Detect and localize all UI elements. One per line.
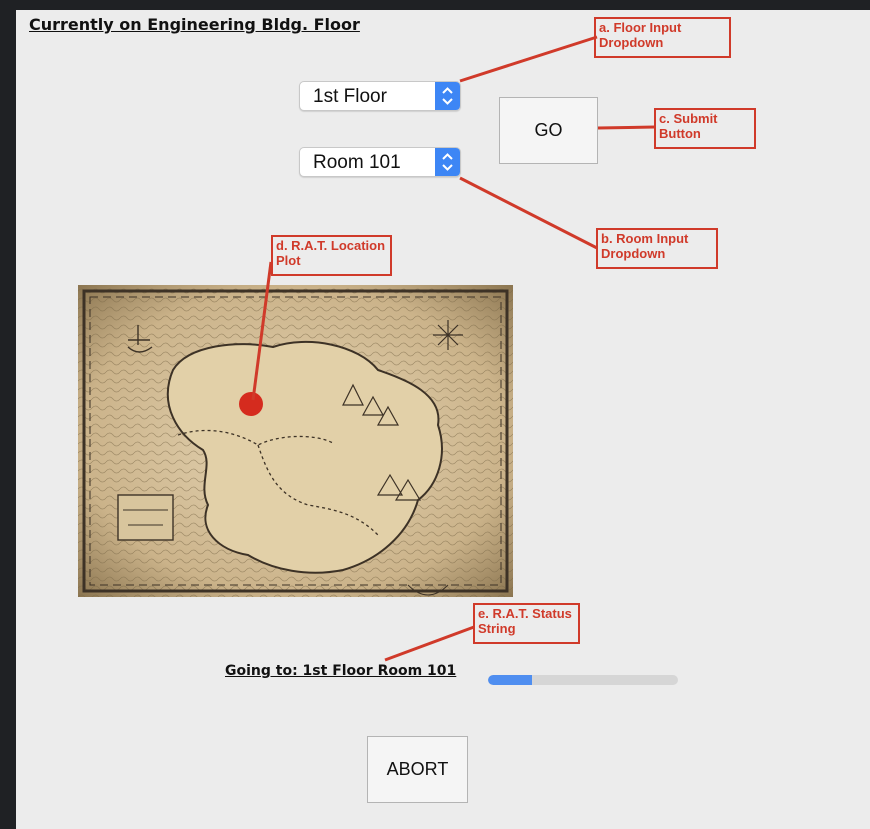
annotation-status-string: e. R.A.T. Status String — [473, 603, 580, 644]
rat-location-map — [78, 285, 513, 597]
annotation-location-plot: d. R.A.T. Location Plot — [271, 235, 392, 276]
abort-button[interactable]: ABORT — [367, 736, 468, 803]
annotation-room-input: b. Room Input Dropdown — [596, 228, 718, 269]
go-button[interactable]: GO — [499, 97, 598, 164]
rat-status-string: Going to: 1st Floor Room 101 — [225, 663, 457, 679]
chevron-updown-icon — [435, 148, 460, 176]
room-select-value: Room 101 — [313, 152, 401, 173]
page-title: Currently on Engineering Bldg. Floor — [29, 15, 360, 34]
progress-fill — [488, 675, 532, 685]
floor-select-value: 1st Floor — [313, 86, 387, 107]
chevron-updown-icon — [435, 82, 460, 110]
progress-bar — [488, 675, 678, 685]
annotation-submit-button: c. Submit Button — [654, 108, 756, 149]
floor-select[interactable]: 1st Floor — [299, 81, 461, 111]
annotation-floor-input: a. Floor Input Dropdown — [594, 17, 731, 58]
room-select[interactable]: Room 101 — [299, 147, 461, 177]
